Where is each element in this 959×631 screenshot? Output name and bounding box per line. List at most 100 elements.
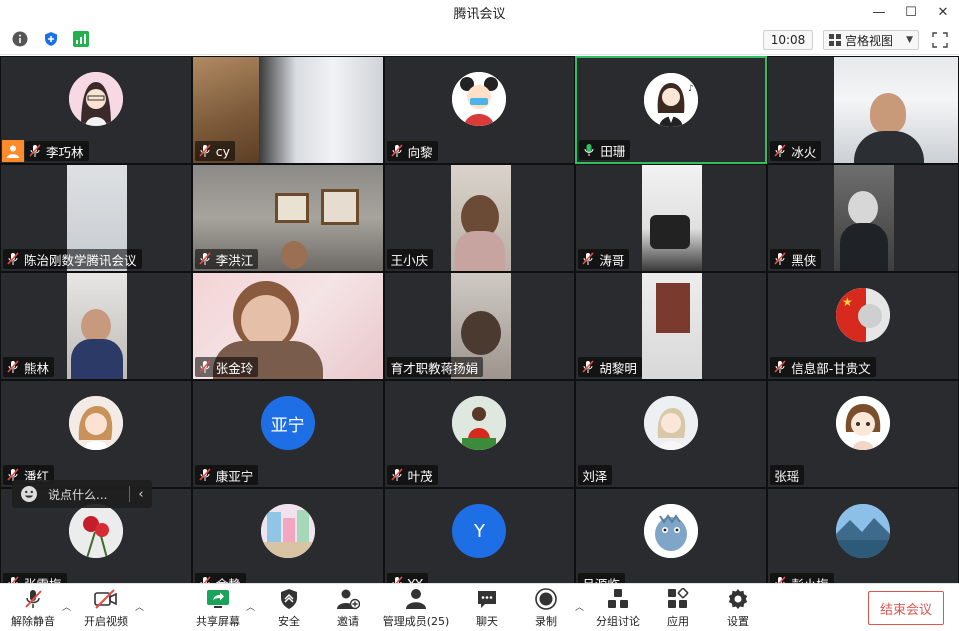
participant-tile[interactable]: 黑侠 [767,164,959,272]
participant-name: 李巧林 [46,144,84,160]
name-tag: 向黎 [386,141,438,161]
mic-muted-icon [582,252,594,265]
end-meeting-button[interactable]: 结束会议 [868,591,944,625]
participant-name: YY [407,575,423,584]
participant-name: 信息部-甘贵文 [791,360,871,376]
add-user-icon [336,588,360,610]
participant-tile-active-speaker[interactable]: ♪ 田珊 [575,56,768,164]
settings-button[interactable]: 设置 [708,588,768,629]
share-screen-button[interactable]: 共享屏幕 [188,588,248,629]
unmute-button[interactable]: 解除静音 [3,588,63,629]
participant-name: 王小庆 [390,252,429,268]
participant-tile[interactable]: 吕源临 [575,488,768,583]
name-tag: 育才职教蒋扬娟 [386,357,484,377]
participant-name: 熊林 [24,360,50,376]
chat-quick-input[interactable]: 说点什么... ‹ [12,480,152,508]
minimize-icon[interactable]: — [863,0,895,24]
participant-tile[interactable]: 育才职教蒋扬娟 [383,272,576,380]
emoji-icon[interactable] [20,485,38,503]
settings-label: 设置 [727,615,749,628]
participant-tile[interactable]: 李洪江 [191,164,384,272]
chevron-up-icon[interactable]: ︿ [575,600,584,613]
participant-tile[interactable]: 涛哥 [575,164,768,272]
fullscreen-icon[interactable] [931,31,949,49]
video-feed [450,165,511,271]
participant-tile[interactable]: 叶茂 [383,380,576,488]
participant-tile[interactable]: 向黎 [383,56,576,164]
manage-members-button[interactable]: 管理成员(25) [383,588,449,629]
participant-tile[interactable]: 胡黎明 [575,272,768,380]
record-button[interactable]: 录制 [516,588,576,629]
top-toolbar: 10:08 宫格视图 ▼ [0,24,959,55]
mic-muted-icon [392,576,403,583]
signal-icon[interactable] [72,30,90,48]
chat-placeholder: 说点什么... [48,487,108,502]
name-tag: 胡黎明 [578,357,642,377]
info-icon[interactable] [11,30,29,48]
participant-tile[interactable]: 余静 [191,488,384,583]
chevron-left-icon[interactable]: ‹ [130,487,152,502]
view-mode-label: 宫格视图 [845,33,894,48]
mic-muted-icon [391,468,403,481]
chat-icon [475,588,499,610]
invite-button[interactable]: 邀请 [318,588,378,629]
share-screen-icon [206,588,230,610]
video-feed [834,165,895,271]
name-tag: YY [386,573,428,584]
participant-name: 田珊 [600,143,626,159]
name-tag: 吕源临 [578,573,625,583]
mic-muted-icon [7,360,19,373]
avatar [836,504,891,558]
participant-tile[interactable]: ★ 信息部-甘贵文 [767,272,959,380]
name-tag: 涛哥 [578,249,630,269]
maximize-icon[interactable]: ☐ [895,0,927,24]
record-label: 录制 [535,615,557,628]
mic-muted-icon [774,252,786,265]
participant-tile[interactable]: 熊林 [0,272,192,380]
mic-muted-icon [582,360,594,373]
name-tag: 康亚宁 [194,465,259,485]
participant-tile[interactable]: 李巧林 [0,56,192,164]
shield-icon[interactable] [42,30,60,48]
meeting-window: 腾讯会议 — ☐ ✕ 10:08 宫格视图 ▼ 李巧林 cy 向黎 ♪ 田珊 冰… [0,0,959,631]
breakout-rooms-button[interactable]: 分组讨论 [588,588,648,629]
view-mode-dropdown[interactable]: 宫格视图 ▼ [823,30,919,50]
mic-muted-icon [199,468,211,481]
start-video-button[interactable]: 开启视频 [76,588,136,629]
chevron-up-icon[interactable]: ︿ [62,600,71,613]
participant-tile[interactable]: 亚宁 康亚宁 [191,380,384,488]
participant-tile[interactable]: 刘泽 [575,380,768,488]
apps-button[interactable]: 应用 [648,588,708,629]
participant-tile[interactable]: 潘红 [0,380,192,488]
participant-tile[interactable]: 陈治刚数学腾讯会议 [0,164,192,272]
chat-button[interactable]: 聊天 [457,588,517,629]
name-tag: 冰火 [770,141,822,161]
host-icon [2,140,24,162]
mic-muted-icon [199,360,211,373]
start-video-label: 开启视频 [84,615,128,628]
apps-icon [666,588,690,610]
participant-tile[interactable]: 张瑶 [767,380,959,488]
participant-tile[interactable]: cy [191,56,384,164]
participant-tile[interactable]: 张金玲 [191,272,384,380]
mic-active-icon [584,144,594,156]
meeting-time: 10:08 [763,30,813,50]
gear-icon [726,588,750,610]
breakout-icon [606,588,630,610]
video-feed [834,57,959,163]
participant-tile[interactable]: 冰火 [767,56,959,164]
video-feed [642,165,703,271]
name-tag: 熊林 [3,357,55,377]
participant-tile[interactable]: 王小庆 [383,164,576,272]
svg-text:♪: ♪ [688,84,694,94]
invite-label: 邀请 [337,615,359,628]
participant-name: 冰火 [791,144,817,160]
chevron-up-icon[interactable]: ︿ [246,600,255,613]
avatar: ★ [836,288,891,342]
name-tag: 张金玲 [194,357,259,377]
chevron-up-icon[interactable]: ︿ [135,600,144,613]
participant-tile[interactable]: 彭小梅 [767,488,959,583]
security-button[interactable]: 安全 [259,588,319,629]
participant-tile[interactable]: Y YY [383,488,576,584]
close-icon[interactable]: ✕ [927,0,959,24]
